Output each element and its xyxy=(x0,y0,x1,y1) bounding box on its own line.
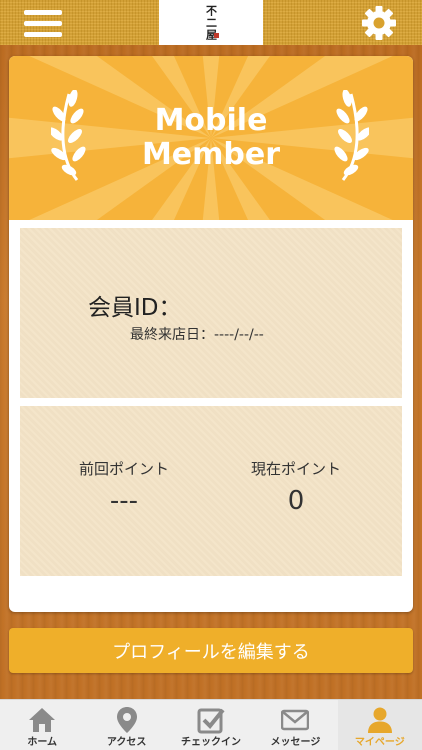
banner-title-line1: Mobile xyxy=(154,103,268,138)
home-icon xyxy=(29,708,56,732)
banner-title-line2: Member xyxy=(141,137,281,172)
edit-profile-button[interactable]: プロフィールを編集する xyxy=(9,628,413,673)
envelope-icon xyxy=(281,709,310,731)
previous-points-value: --- xyxy=(109,486,139,516)
member-banner: Mobile Member xyxy=(9,56,413,220)
points-panel: 前回ポイント --- 現在ポイント 0 xyxy=(20,406,402,576)
header: 不二屋 xyxy=(0,0,422,45)
current-points-label: 現在ポイント xyxy=(250,460,341,478)
tab-mypage-label: マイページ xyxy=(354,737,405,748)
last-visit-date: 最終来店日：----/--/-- xyxy=(130,327,264,343)
banner-title: Mobile Member xyxy=(9,104,413,172)
tab-bar: ホーム アクセス チェックイン メッセージ マイページ xyxy=(0,699,422,750)
member-info-panel: 会員ID： 最終来店日：----/--/-- xyxy=(20,228,402,398)
previous-points-label: 前回ポイント xyxy=(78,460,169,478)
map-pin-icon xyxy=(116,707,137,733)
member-id-label: 会員ID： xyxy=(88,295,182,321)
tab-access[interactable]: アクセス xyxy=(84,700,168,750)
tab-checkin[interactable]: チェックイン xyxy=(169,700,253,750)
tab-message-label: メッセージ xyxy=(270,737,321,748)
tab-mypage[interactable]: マイページ xyxy=(337,700,422,750)
logo-seal xyxy=(214,33,219,38)
tab-home[interactable]: ホーム xyxy=(0,700,84,750)
member-card: Mobile Member 会員ID： 最終来店日：----/--/-- 前回ポ… xyxy=(9,56,413,612)
logo: 不二屋 xyxy=(159,0,263,45)
tab-checkin-label: チェックイン xyxy=(181,737,242,748)
checkin-icon xyxy=(197,708,225,734)
gear-icon[interactable] xyxy=(360,4,398,42)
tab-home-label: ホーム xyxy=(27,737,58,748)
person-icon xyxy=(367,707,392,733)
tab-access-label: アクセス xyxy=(106,737,147,748)
hamburger-menu-icon[interactable] xyxy=(24,8,62,38)
current-points-value: 0 xyxy=(287,486,305,516)
tab-message[interactable]: メッセージ xyxy=(253,700,337,750)
